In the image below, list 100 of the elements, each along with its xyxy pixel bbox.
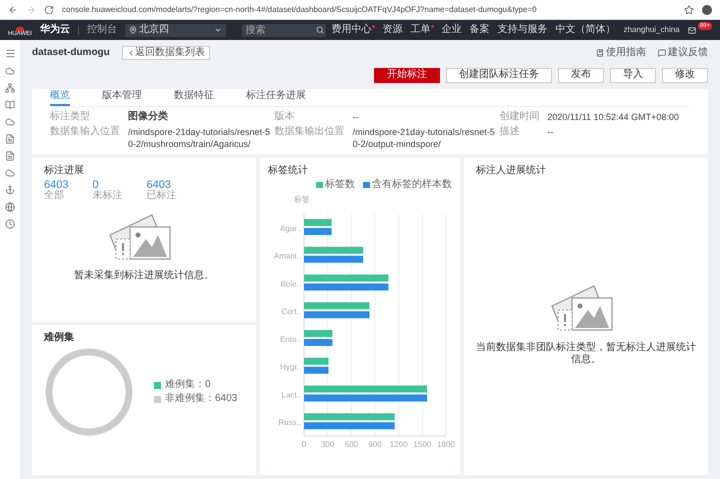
- category-label: Ento..: [280, 334, 301, 344]
- star-icon[interactable]: [684, 4, 694, 14]
- tick-label: 900: [368, 440, 382, 449]
- bar: [304, 219, 332, 226]
- bar: [304, 358, 328, 365]
- search-field[interactable]: 搜索: [242, 24, 326, 36]
- stat-label: 全部: [44, 191, 65, 201]
- panel-title: 标注人进展统计: [476, 166, 547, 176]
- tick-label: 300: [320, 440, 334, 449]
- region-select[interactable]: 北京四: [124, 24, 226, 36]
- bar: [304, 228, 332, 235]
- legend-label: 难例集：0: [165, 380, 211, 390]
- chevron-down-icon: [214, 26, 222, 34]
- back-to-list-button[interactable]: 返回数据集列表: [122, 46, 210, 60]
- action-button[interactable]: 发布: [558, 68, 604, 82]
- nav-link[interactable]: 费用中心: [332, 25, 375, 35]
- field-value: --: [352, 111, 360, 123]
- y-axis-title: 标签: [294, 195, 310, 204]
- mail-icon[interactable]: [688, 26, 696, 34]
- legend-label: 标签数: [325, 180, 355, 190]
- bar: [304, 302, 370, 310]
- logo-icon[interactable]: [14, 24, 25, 30]
- action-button[interactable]: 开始标注: [374, 68, 440, 82]
- nav-link[interactable]: 工单: [410, 25, 434, 35]
- tick-label: 1500: [413, 440, 432, 449]
- document-icon[interactable]: [5, 134, 15, 144]
- bar: [304, 246, 364, 254]
- stat-value: 6403: [146, 180, 171, 191]
- action-button[interactable]: 导入: [610, 68, 656, 82]
- tab[interactable]: 数据特征: [174, 91, 214, 106]
- tab[interactable]: 标注任务进展: [246, 91, 306, 106]
- field-value: 图像分类: [128, 111, 169, 123]
- field-value: 2020/11/11 10:52:44 GMT+08:00: [547, 111, 680, 123]
- tick-label: 0: [302, 440, 306, 449]
- field-value: --: [547, 126, 554, 139]
- anchor-icon[interactable]: [5, 185, 15, 195]
- back-arrow-icon[interactable]: [8, 4, 18, 14]
- field-label: 版本: [274, 111, 296, 123]
- network-icon[interactable]: [5, 83, 15, 93]
- stat-label: 已标注: [146, 191, 176, 201]
- field-label: 描述: [499, 126, 520, 139]
- bar: [304, 339, 332, 346]
- category-label: Agar..: [280, 224, 301, 233]
- category-label: Amani..: [274, 252, 301, 261]
- stat-value: 0: [92, 180, 99, 191]
- cloud-icon[interactable]: [5, 117, 15, 127]
- clock-icon[interactable]: [5, 219, 15, 229]
- bar: [304, 256, 364, 263]
- speech-bubble-icon: [658, 48, 666, 56]
- cloud-icon[interactable]: [5, 168, 15, 178]
- action-button[interactable]: 创建团队标注任务: [446, 68, 552, 82]
- field-value: /mindspore-21day-tutorials/resnet-50-2/output-mindspore/: [352, 126, 496, 150]
- console-link[interactable]: 控制台: [78, 25, 117, 35]
- category-label: Bole..: [280, 279, 301, 288]
- category-label: Lact..: [281, 390, 301, 400]
- location-pin-icon: [128, 26, 137, 34]
- brand-name[interactable]: 华为云: [40, 25, 70, 35]
- dataset-title: dataset-dumogu: [32, 46, 110, 60]
- menu-icon[interactable]: [4, 48, 16, 59]
- legend-label: 非难例集：6403: [165, 394, 238, 404]
- bar: [304, 330, 332, 337]
- address-bar[interactable]: console.huaweicloud.com/modelarts/?region=cn-north-4#/dataset/dashboard/ScsuijcOATFqVJ4pOFJ?name=dataset-dumogu&type=0: [62, 4, 676, 16]
- nav-link[interactable]: 企业: [442, 25, 462, 35]
- bar: [304, 366, 328, 374]
- help-link[interactable]: 使用指南: [596, 45, 646, 60]
- stat-label: 未标注: [92, 191, 122, 201]
- field-label: 数据集输入位置: [50, 126, 121, 139]
- panel-title: 标注进展: [44, 166, 85, 176]
- cloud-icon[interactable]: [5, 66, 15, 76]
- action-button[interactable]: 修改: [662, 68, 708, 82]
- globe-icon[interactable]: [5, 202, 15, 212]
- field-label: 创建时间: [499, 111, 540, 123]
- field-value: /mindspore-21day-tutorials/resnet-50-2/mushrooms/train/Agaricus/: [128, 126, 271, 150]
- legend-label: 含有标签的样本数: [372, 180, 452, 190]
- field-label: 标注类型: [50, 111, 91, 123]
- category-label: Hygr..: [280, 362, 301, 372]
- panel-title: 难例集: [44, 333, 75, 343]
- username[interactable]: zhanghui_china: [624, 24, 680, 36]
- tick-label: 1800: [437, 440, 455, 449]
- stat-value: 6403: [44, 180, 68, 191]
- nav-link[interactable]: 备案: [470, 25, 490, 35]
- bar: [304, 311, 370, 318]
- book-icon: [596, 48, 604, 56]
- reload-icon[interactable]: [44, 4, 54, 14]
- panel-title: 标签统计: [268, 166, 309, 176]
- tick-label: 600: [344, 440, 358, 449]
- nav-link[interactable]: 资源: [382, 25, 403, 35]
- help-link[interactable]: 建议反馈: [658, 45, 708, 60]
- nav-link[interactable]: 支持与服务: [498, 25, 548, 35]
- nav-link[interactable]: 中文（简体）: [556, 25, 616, 35]
- empty-message: 当前数据集非团队标注类型，暂无标注人进展统计信息。: [476, 342, 696, 366]
- document-icon[interactable]: [5, 151, 15, 161]
- category-label: Cort..: [281, 307, 301, 316]
- profile-icon[interactable]: [702, 4, 712, 14]
- tick-label: 1200: [390, 440, 408, 449]
- category-label: Russ..: [278, 418, 301, 428]
- field-label: 数据集输出位置: [274, 126, 346, 139]
- tab[interactable]: 版本管理: [102, 91, 142, 106]
- tab[interactable]: 概览: [50, 91, 70, 106]
- book-icon[interactable]: [5, 100, 15, 110]
